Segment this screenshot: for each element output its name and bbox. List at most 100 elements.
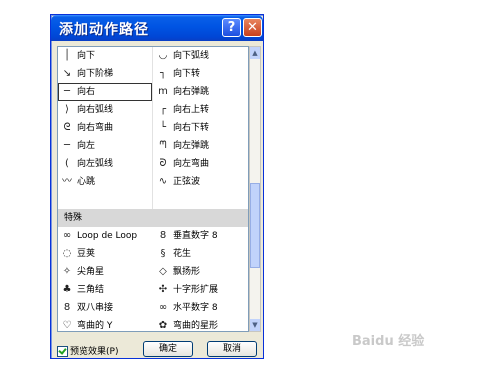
peanut-icon: § xyxy=(160,248,166,259)
bounce-left-icon: ᘉ xyxy=(159,140,167,151)
path-option-label: 双八串接 xyxy=(77,303,114,313)
path-option[interactable]: ─ 向左 xyxy=(58,137,152,155)
path-option[interactable]: └ 向右下转 xyxy=(154,119,248,137)
path-option[interactable]: ◌ 豆荚 xyxy=(58,245,152,263)
double-eight-icon: 8 xyxy=(63,302,71,313)
path-option-label: 向左 xyxy=(77,141,96,151)
baidu-watermark: Baidu 经验 xyxy=(352,334,425,349)
path-option-label: 向左弹跳 xyxy=(173,141,210,151)
column-divider xyxy=(152,47,153,209)
bean-icon: ◌ xyxy=(62,248,72,259)
path-option[interactable]: ✿ 弯曲的星形 xyxy=(154,317,248,331)
path-option[interactable]: ✣ 十字形扩展 xyxy=(154,281,248,299)
path-option-label: 向下转 xyxy=(173,69,201,79)
path-option-label: 向左弧线 xyxy=(77,159,114,169)
curved-star-icon: ✿ xyxy=(158,320,168,331)
turn-up-right-icon: ┌ xyxy=(159,104,167,115)
curved-y-icon: ♡ xyxy=(62,320,72,331)
path-option-label: 向右下转 xyxy=(173,123,210,133)
path-option-label: 花生 xyxy=(173,249,192,259)
title-bar[interactable]: 添加动作路径 ? ✕ xyxy=(51,15,263,41)
path-option-label: 弯曲的 Y xyxy=(77,321,113,331)
path-option-label: 十字形扩展 xyxy=(173,285,219,295)
path-option-label: Loop de Loop xyxy=(77,231,138,241)
diagonal-steps-icon: ↘ xyxy=(62,68,72,79)
bounce-right-icon: m xyxy=(158,86,168,97)
figure-eight-vertical-icon: 8 xyxy=(159,230,167,241)
path-option[interactable]: ↘ 向下阶梯 xyxy=(58,65,152,83)
path-option-label: 飘扬形 xyxy=(173,267,201,277)
path-option-label: 垂直数字 8 xyxy=(173,231,218,241)
arc-down-icon: ◡ xyxy=(158,50,168,61)
path-option[interactable]: ◇ 飘扬形 xyxy=(154,263,248,281)
path-option-label: 向右弧线 xyxy=(77,105,114,115)
sine-wave-icon: ∿ xyxy=(158,176,168,187)
path-option-label: 心跳 xyxy=(77,177,96,187)
path-option-label: 向右弹跳 xyxy=(173,87,210,97)
path-option[interactable]: 〰心跳 xyxy=(58,173,152,191)
path-option[interactable]: ┌ 向右上转 xyxy=(154,101,248,119)
figure-eight-horizontal-icon: ∞ xyxy=(158,302,168,313)
cancel-button[interactable]: 取消 xyxy=(207,341,257,357)
trefoil-knot-icon: ♣ xyxy=(62,284,72,295)
path-option-label: 正弦波 xyxy=(173,177,201,187)
scroll-down-arrow[interactable]: ▼ xyxy=(250,319,260,331)
heartbeat-icon: 〰 xyxy=(62,176,72,187)
path-option[interactable]: ♡ 弯曲的 Y xyxy=(58,317,152,331)
arc-left-icon: ( xyxy=(65,158,69,169)
curve-left-icon: ᘐ xyxy=(159,158,167,169)
vertical-line-icon: │ xyxy=(63,50,71,61)
path-option[interactable]: ᘓ 向右弯曲 xyxy=(58,119,152,137)
arc-right-icon: ⟩ xyxy=(65,104,69,115)
path-option-label: 水平数字 8 xyxy=(173,303,218,313)
section-header-special: 特殊 xyxy=(58,209,248,227)
path-option-label: 豆荚 xyxy=(77,249,96,259)
help-button[interactable]: ? xyxy=(222,18,241,37)
path-option[interactable]: ♣ 三角结 xyxy=(58,281,152,299)
path-option-label: 向右 xyxy=(77,87,96,97)
diamond-shape-icon: ◇ xyxy=(159,266,167,277)
path-option[interactable]: ┐ 向下转 xyxy=(154,65,248,83)
pointy-star-icon: ✧ xyxy=(62,266,72,277)
turn-down-right-icon: └ xyxy=(159,122,167,133)
path-option[interactable]: 8 垂直数字 8 xyxy=(154,227,248,245)
path-option[interactable]: § 花生 xyxy=(154,245,248,263)
horizontal-line-left-icon: ─ xyxy=(63,140,71,151)
path-option-label: 尖角星 xyxy=(77,267,105,277)
path-option[interactable]: ─ 向右 xyxy=(58,83,152,101)
curve-right-icon: ᘓ xyxy=(63,122,71,133)
path-option[interactable]: m 向右弹跳 xyxy=(154,83,248,101)
cross-expand-icon: ✣ xyxy=(158,284,168,295)
motion-path-list[interactable]: │ 向下 ◡ 向下弧线 ↘ 向下阶梯 ┐ 向下转 ─ 向右 m 向右弹跳 ⟩ 向右弧线 ┌ 向右上转 ᘓ 向右弯曲… xyxy=(57,46,249,332)
preview-checkbox[interactable]: 预览效果(P) xyxy=(57,344,118,357)
path-option[interactable]: ᘉ 向左弹跳 xyxy=(154,137,248,155)
ok-button[interactable]: 确定 xyxy=(143,341,193,357)
checkbox-checked-icon[interactable] xyxy=(57,346,68,357)
close-button[interactable]: ✕ xyxy=(243,18,262,37)
path-option[interactable]: ∿ 正弦波 xyxy=(154,173,248,191)
path-option[interactable]: ᘐ 向左弯曲 xyxy=(154,155,248,173)
path-option[interactable]: ∞ Loop de Loop xyxy=(58,227,152,245)
list-scrollbar[interactable]: ▲ ▼ xyxy=(249,46,261,332)
path-option-label: 向右弯曲 xyxy=(77,123,114,133)
path-option[interactable]: ∞ 水平数字 8 xyxy=(154,299,248,317)
loop-de-loop-icon: ∞ xyxy=(62,230,72,241)
path-option-label: 三角结 xyxy=(77,285,105,295)
path-option-label: 向下弧线 xyxy=(173,51,210,61)
path-option-label: 向左弯曲 xyxy=(173,159,210,169)
add-motion-path-dialog: 添加动作路径 ? ✕ │ 向下 ◡ 向下弧线 ↘ 向下阶梯 ┐ 向下转 ─ 向右 m 向右弹跳 ⟩ 向右弧… xyxy=(50,14,264,359)
path-option-label: 向下 xyxy=(77,51,96,61)
path-option-label: 弯曲的星形 xyxy=(173,321,219,331)
path-option-label: 向下阶梯 xyxy=(77,69,114,79)
turn-down-icon: ┐ xyxy=(159,68,167,79)
path-option-label: 向右上转 xyxy=(173,105,210,115)
path-option[interactable]: ◡ 向下弧线 xyxy=(154,47,248,65)
dialog-title: 添加动作路径 xyxy=(59,22,149,38)
path-option[interactable]: ✧ 尖角星 xyxy=(58,263,152,281)
path-option[interactable]: │ 向下 xyxy=(58,47,152,65)
path-option[interactable]: ⟩ 向右弧线 xyxy=(58,101,152,119)
scroll-up-arrow[interactable]: ▲ xyxy=(250,47,260,59)
scroll-thumb[interactable] xyxy=(250,183,260,268)
path-option[interactable]: ( 向左弧线 xyxy=(58,155,152,173)
path-option[interactable]: 8 双八串接 xyxy=(58,299,152,317)
